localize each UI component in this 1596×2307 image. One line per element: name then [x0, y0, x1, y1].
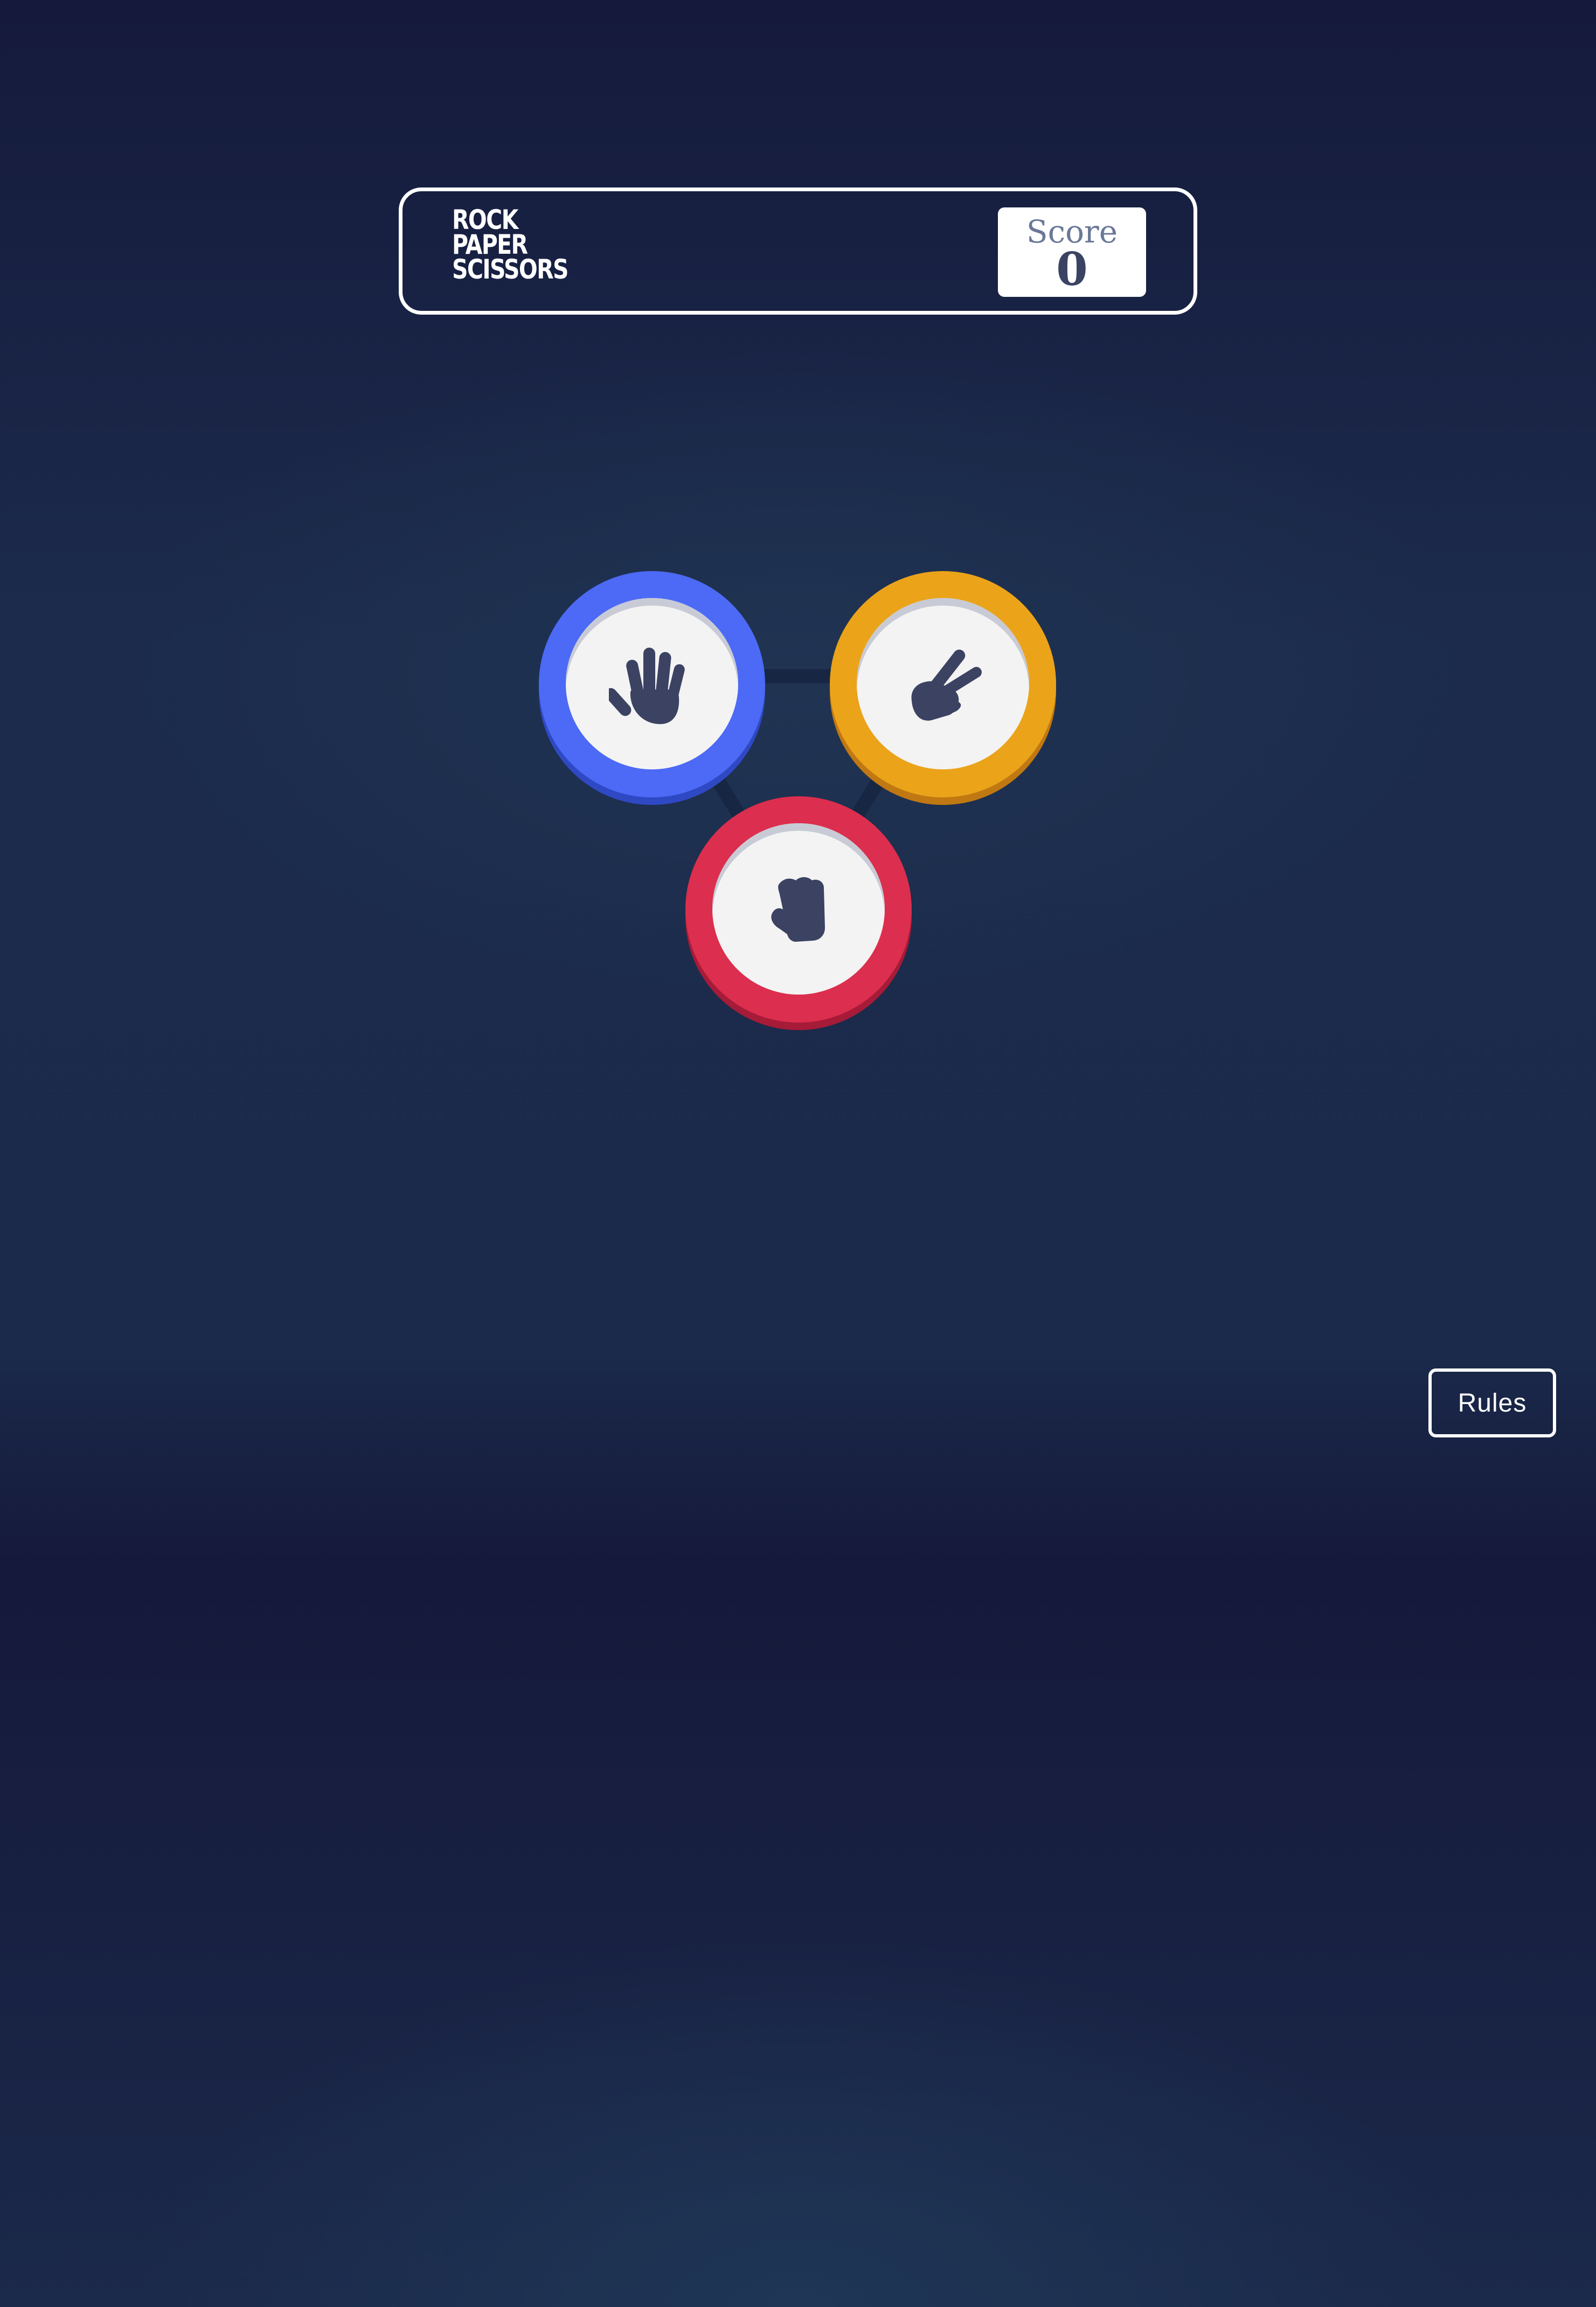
- hand-rock-icon: [771, 877, 825, 942]
- paper-choice-button[interactable]: [539, 571, 765, 797]
- choice-triangle-background: [646, 669, 950, 918]
- paper-choice-face: [566, 598, 738, 769]
- scissors-choice-face: [857, 598, 1029, 769]
- rock-choice-face: [712, 823, 885, 995]
- rules-button[interactable]: Rules: [1428, 1368, 1556, 1437]
- rock-choice-button[interactable]: [685, 796, 912, 1023]
- hand-paper-icon: [609, 648, 685, 724]
- hand-scissors-icon: [911, 649, 982, 721]
- scissors-choice-button[interactable]: [830, 571, 1056, 797]
